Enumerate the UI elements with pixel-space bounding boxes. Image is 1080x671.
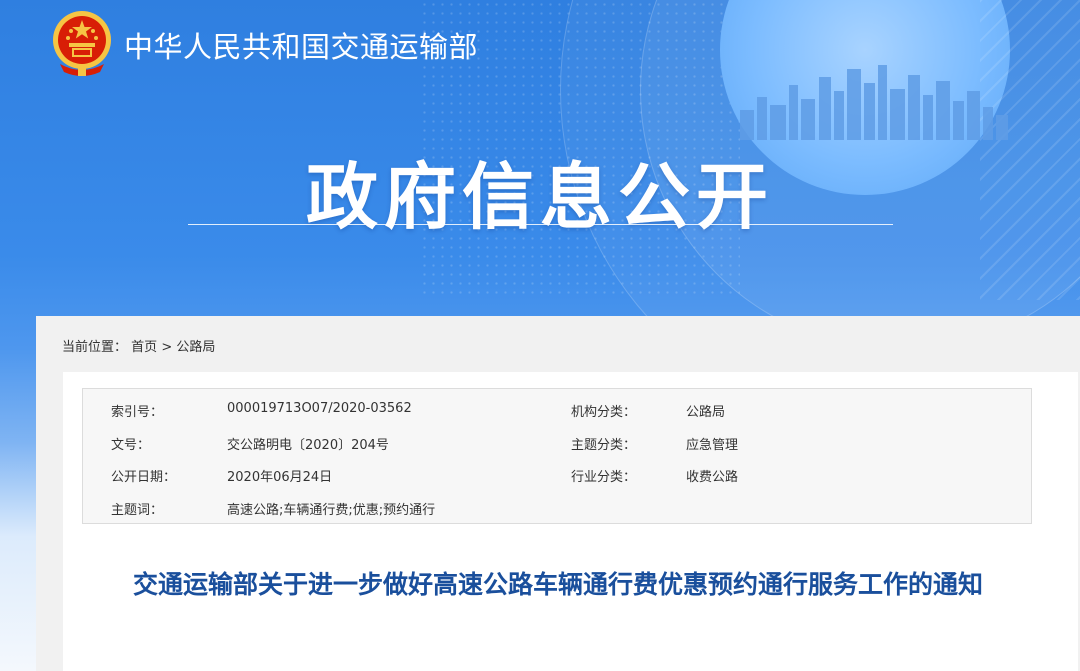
index-no-label: 索引号： <box>111 405 164 420</box>
breadcrumb-current-link[interactable]: 公路局 <box>176 336 215 355</box>
topic-value: 应急管理 <box>686 438 739 453</box>
industry-value: 收费公路 <box>686 470 739 485</box>
keywords-label: 主题词： <box>111 503 164 518</box>
org-label: 机构分类： <box>571 405 637 420</box>
org-value: 公路局 <box>686 405 726 420</box>
metadata-table: 索引号： 000019713O07/2020-03562 机构分类： 公路局 文… <box>82 388 1032 524</box>
document-title: 交通运输部关于进一步做好高速公路车辆通行费优惠预约通行服务工作的通知 <box>132 570 983 599</box>
city-skyline-icon <box>740 65 1008 140</box>
content-panel: 当前位置： 首页 > 公路局 索引号： 000019713O07/2020-03… <box>36 316 1080 671</box>
national-emblem-icon <box>53 11 111 76</box>
topic-label: 主题分类： <box>571 438 637 453</box>
ministry-name[interactable]: 中华人民共和国交通运输部 <box>124 24 478 66</box>
title-divider <box>188 224 893 225</box>
date-value: 2020年06月24日 <box>227 470 333 485</box>
breadcrumb-home-link[interactable]: 首页 <box>131 336 157 355</box>
breadcrumb: 当前位置： 首页 > 公路局 <box>62 336 215 355</box>
document-card: 索引号： 000019713O07/2020-03562 机构分类： 公路局 文… <box>63 372 1078 671</box>
index-no-value: 000019713O07/2020-03562 <box>227 401 412 416</box>
date-label: 公开日期： <box>111 470 177 485</box>
doc-no-label: 文号： <box>111 438 151 453</box>
keywords-value: 高速公路;车辆通行费;优惠;预约通行 <box>227 503 436 518</box>
doc-no-value: 交公路明电〔2020〕204号 <box>227 438 389 453</box>
breadcrumb-prefix: 当前位置： <box>62 340 128 355</box>
section-title: 政府信息公开 <box>305 155 774 239</box>
industry-label: 行业分类： <box>571 470 637 485</box>
breadcrumb-separator: > <box>161 340 173 355</box>
